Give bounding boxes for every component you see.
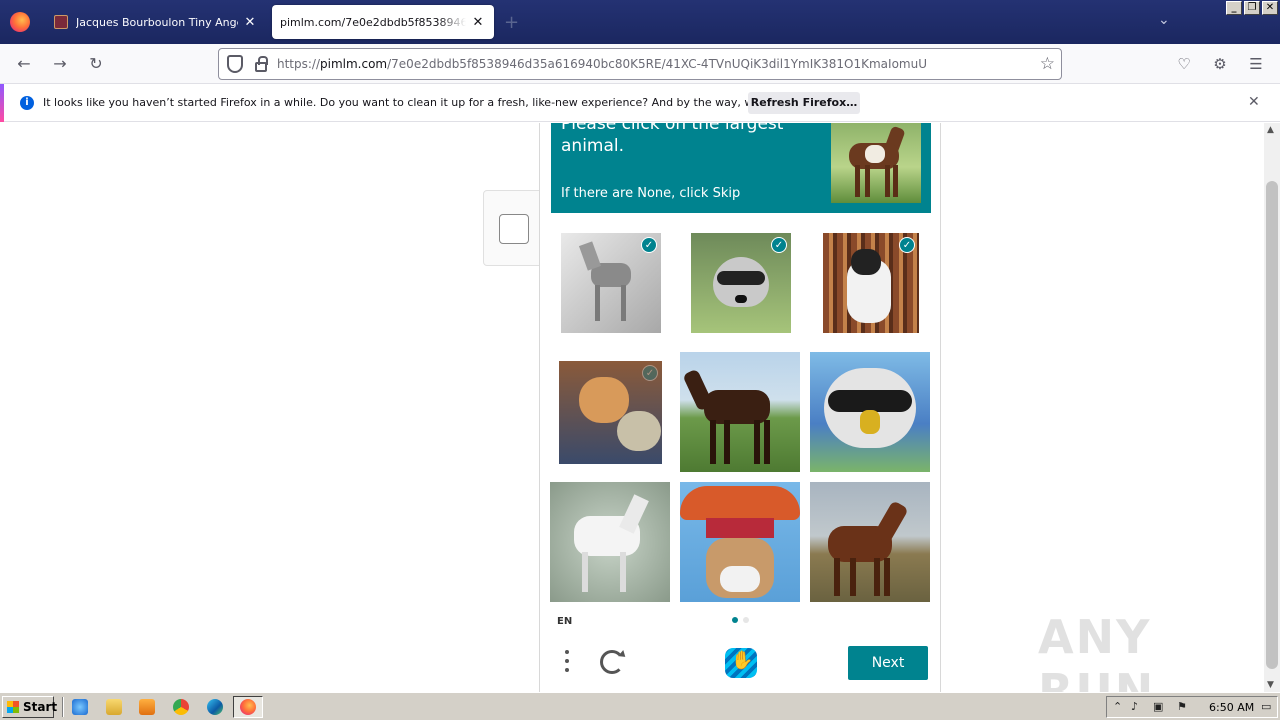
window-controls: _ ❐ ✕ [1226, 1, 1278, 15]
start-button[interactable]: Start [2, 696, 57, 718]
tile-selected-check-icon: ✓ [641, 237, 657, 253]
tab-close-icon[interactable]: ✕ [242, 15, 258, 30]
bookmark-star-icon[interactable]: ☆ [1040, 54, 1055, 74]
tab-favicon-icon [54, 15, 68, 29]
tab-strip: Jacques Bourboulon Tiny Angels _ ✕ pimlm… [0, 0, 1280, 44]
internet-explorer-icon[interactable] [72, 699, 88, 715]
scrollbar-thumb[interactable] [1266, 181, 1278, 669]
captcha-checkbox[interactable] [499, 214, 529, 244]
prompt-example-image [831, 123, 921, 203]
volume-icon[interactable]: ♪ [1131, 700, 1138, 713]
taskbar-separator [62, 697, 64, 717]
tray-expand-icon[interactable]: ⌃ [1113, 700, 1122, 713]
notification-bar: i It looks like you haven’t started Fire… [0, 84, 1280, 122]
taskbar: Start ⌃ ♪ ▣ ⚑ 6:50 AM ▭ [0, 692, 1280, 720]
file-explorer-icon[interactable] [106, 699, 122, 715]
tab-title: pimlm.com/7e0e2dbdb5f8538946d35a6 [280, 15, 466, 29]
next-button[interactable]: Next [848, 646, 928, 680]
firefox-taskbar-icon [240, 699, 256, 715]
taskbar-clock[interactable]: 6:50 AM [1209, 701, 1254, 714]
captcha-tile[interactable] [680, 482, 800, 602]
tracking-shield-icon[interactable] [227, 55, 243, 73]
page-scrollbar[interactable]: ▲ ▼ [1264, 123, 1280, 692]
maximize-button[interactable]: ❐ [1244, 1, 1260, 15]
back-arrow-icon[interactable]: ← [14, 54, 34, 74]
chrome-icon[interactable] [173, 699, 189, 715]
lock-icon[interactable] [255, 55, 268, 72]
tile-check-icon: ✓ [642, 365, 658, 381]
captcha-checkbox-card [483, 190, 543, 266]
refresh-challenge-icon[interactable] [600, 650, 624, 674]
captcha-tile[interactable] [810, 482, 930, 602]
tab-inactive[interactable]: Jacques Bourboulon Tiny Angels _ ✕ [46, 5, 266, 39]
pocket-icon[interactable]: ♡ [1174, 54, 1194, 74]
taskbar-firefox-active[interactable] [233, 696, 263, 718]
system-tray: ⌃ ♪ ▣ ⚑ 6:50 AM ▭ [1106, 696, 1278, 718]
page-indicator [732, 617, 749, 623]
new-tab-button[interactable]: + [504, 12, 519, 33]
captcha-tile[interactable] [680, 352, 800, 472]
notification-message: It looks like you haven’t started Firefo… [43, 96, 828, 109]
url-path: /7e0e2dbdb5f8538946d35a616940bc80K5RE/41… [387, 57, 927, 71]
more-options-icon[interactable] [562, 650, 572, 676]
url-scheme: https:// [277, 57, 321, 71]
captcha-tile[interactable]: ✓ [561, 233, 661, 333]
captcha-prompt-text: Please click on the largest animal. [561, 123, 784, 156]
tile-selected-check-icon: ✓ [899, 237, 915, 253]
extensions-puzzle-icon[interactable]: ⚙ [1210, 54, 1230, 74]
reload-icon[interactable]: ↻ [86, 54, 106, 74]
tab-active[interactable]: pimlm.com/7e0e2dbdb5f8538946d35a6 ✕ [272, 5, 494, 39]
page-content: Please click on the largest animal. If t… [0, 123, 1264, 692]
scroll-up-arrow-icon[interactable]: ▲ [1267, 125, 1274, 135]
forward-arrow-icon[interactable]: → [50, 54, 70, 74]
captcha-tile[interactable]: ✓ [823, 233, 919, 333]
edge-icon[interactable] [207, 699, 223, 715]
captcha-prompt-banner: Please click on the largest animal. If t… [551, 123, 931, 213]
info-icon: i [20, 96, 34, 110]
media-player-icon[interactable] [139, 699, 155, 715]
tab-close-icon[interactable]: ✕ [470, 15, 486, 30]
hcaptcha-logo-icon[interactable] [725, 648, 757, 678]
close-window-button[interactable]: ✕ [1262, 1, 1278, 15]
captcha-tile[interactable]: ✓ [559, 361, 662, 464]
page-dot [743, 617, 749, 623]
captcha-subprompt: If there are None, click Skip [561, 186, 741, 201]
notification-close-icon[interactable]: ✕ [1248, 94, 1260, 110]
captcha-tile[interactable]: ✓ [691, 233, 791, 333]
captcha-tile[interactable] [550, 482, 670, 602]
refresh-firefox-button[interactable]: Refresh Firefox… [748, 92, 860, 114]
page-dot-active [732, 617, 738, 623]
nav-bar: ← → ↻ https://pimlm.com/7e0e2dbdb5f85389… [0, 44, 1280, 84]
action-center-flag-icon[interactable]: ⚑ [1177, 700, 1187, 713]
url-host: pimlm.com [320, 57, 388, 71]
firefox-logo-icon[interactable] [10, 12, 30, 32]
captcha-tile[interactable] [810, 352, 930, 472]
hamburger-menu-icon[interactable]: ☰ [1246, 54, 1266, 74]
captcha-challenge: Please click on the largest animal. If t… [539, 123, 941, 692]
url-bar[interactable]: https://pimlm.com/7e0e2dbdb5f8538946d35a… [218, 48, 1062, 80]
network-icon[interactable]: ▣ [1153, 700, 1163, 713]
url-text: https://pimlm.com/7e0e2dbdb5f8538946d35a… [277, 57, 927, 71]
tab-title: Jacques Bourboulon Tiny Angels _ [76, 15, 238, 29]
minimize-button[interactable]: _ [1226, 1, 1242, 15]
tile-selected-check-icon: ✓ [771, 237, 787, 253]
show-desktop-icon[interactable]: ▭ [1261, 700, 1271, 713]
language-selector[interactable]: EN [557, 616, 572, 627]
list-all-tabs-chevron-icon[interactable]: ⌄ [1158, 12, 1170, 28]
